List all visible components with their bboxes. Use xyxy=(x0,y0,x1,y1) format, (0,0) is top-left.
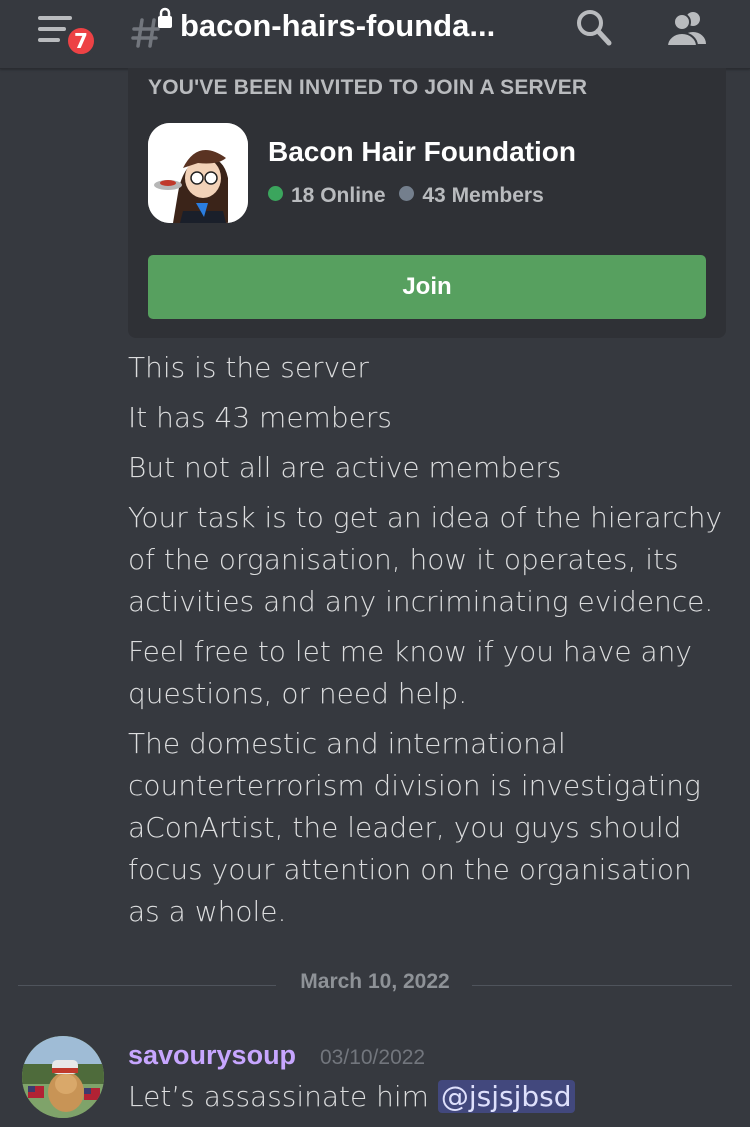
date-divider: March 10, 2022 xyxy=(18,970,732,1000)
server-invite-card: YOU'VE BEEN INVITED TO JOIN A SERVER Bac… xyxy=(128,68,726,338)
menu-button[interactable]: 7 xyxy=(34,10,98,58)
notification-badge: 7 xyxy=(64,24,98,58)
search-icon[interactable] xyxy=(572,6,616,50)
message-text: This is the server xyxy=(128,351,369,384)
online-count: 18 Online xyxy=(291,184,386,207)
user-mention[interactable]: @jsjsjbsd xyxy=(437,1080,575,1113)
message-text: Your task is to get an idea of the hiera… xyxy=(128,501,723,618)
last-message-body: Let’s assassinate him xyxy=(128,1080,438,1113)
server-icon[interactable] xyxy=(148,123,248,223)
server-stats: 18 Online 43 Members xyxy=(268,184,544,208)
online-status-dot xyxy=(268,186,283,201)
join-button[interactable]: Join xyxy=(148,255,706,319)
message-group: This is the server It has 43 members But… xyxy=(128,347,728,941)
message-author[interactable]: savourysoup xyxy=(128,1040,296,1071)
message-text: Feel free to let me know if you have any… xyxy=(128,635,692,710)
locked-channel-hash-icon xyxy=(131,7,172,48)
user-avatar[interactable] xyxy=(22,1036,104,1118)
message-timestamp: 03/10/2022 xyxy=(320,1046,426,1069)
message-text: But not all are active members xyxy=(128,451,562,484)
invite-heading: YOU'VE BEEN INVITED TO JOIN A SERVER xyxy=(148,76,588,99)
channel-title[interactable]: bacon-hairs-founda... xyxy=(180,8,540,44)
server-avatar-image xyxy=(148,123,248,223)
top-bar: 7 bacon-hairs-founda... xyxy=(0,0,750,69)
member-count: 43 Members xyxy=(422,184,544,207)
avatar-image xyxy=(22,1036,104,1118)
members-status-dot xyxy=(399,186,415,201)
last-message-text: Let’s assassinate him @jsjsjbsd xyxy=(128,1080,575,1113)
divider-date: March 10, 2022 xyxy=(300,970,450,993)
message-text: It has 43 members xyxy=(128,401,392,434)
message-text: The domestic and international counterte… xyxy=(128,727,701,928)
members-list-icon[interactable] xyxy=(666,6,710,50)
server-name: Bacon Hair Foundation xyxy=(268,136,576,167)
